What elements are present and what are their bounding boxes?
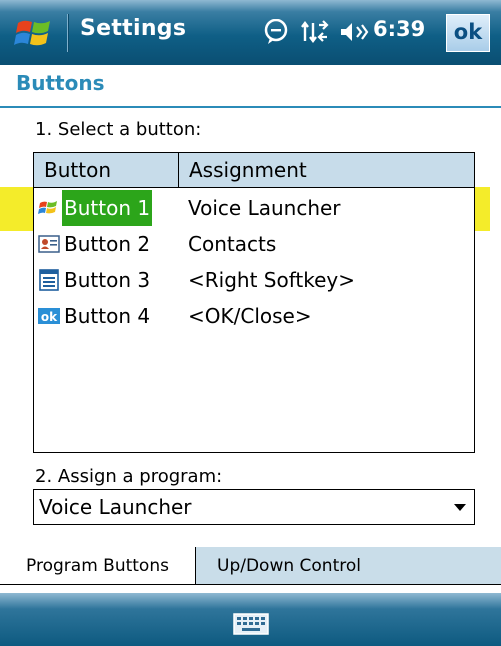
list-item-assignment: Contacts [188, 232, 277, 256]
softkey-icon [39, 269, 59, 291]
tab-strip: Program Buttons Up/Down Control [0, 547, 501, 593]
list-item-assignment: Voice Launcher [188, 196, 341, 220]
list-item-button: Button 1 [62, 190, 153, 226]
assign-program-label: 2. Assign a program: [35, 466, 223, 487]
window-title: Settings [80, 16, 187, 41]
list-item-button: Button 4 [64, 304, 151, 328]
ok-button[interactable]: ok [446, 14, 490, 52]
title-bar: Settings 6:39 ok [0, 0, 501, 65]
windows-flag-icon [38, 201, 57, 214]
ok-icon: ok [38, 308, 60, 324]
list-item-button: Button 3 [64, 268, 151, 292]
program-select-value: Voice Launcher [39, 495, 192, 519]
title-separator [67, 14, 69, 52]
heading-divider [0, 106, 501, 108]
tab-strip-filler [382, 547, 501, 585]
select-button-label: 1. Select a button: [35, 119, 202, 140]
list-item[interactable]: ok Button 4 <OK/Close> [34, 298, 474, 334]
page-heading: Buttons [16, 71, 105, 95]
tab-up-down-control[interactable]: Up/Down Control [195, 547, 383, 585]
windows-flag-icon[interactable] [14, 13, 56, 53]
list-item[interactable]: Button 2 Contacts [34, 226, 474, 262]
list-item-assignment: <Right Softkey> [188, 268, 356, 292]
contacts-card-icon [38, 235, 60, 253]
dropdown-arrow-icon[interactable] [454, 504, 466, 511]
keyboard-icon[interactable] [233, 613, 269, 635]
list-item[interactable]: Button 3 <Right Softkey> [34, 262, 474, 298]
program-select[interactable]: Voice Launcher [33, 489, 475, 525]
list-item-button: Button 2 [64, 232, 151, 256]
svg-text:ok: ok [41, 310, 58, 324]
column-header-button[interactable]: Button [34, 153, 179, 187]
list-header: Button Assignment [34, 153, 474, 188]
button-list[interactable]: Button Assignment Button 1 Voice Launche… [33, 152, 475, 453]
connectivity-icon[interactable] [301, 19, 329, 45]
notification-icon[interactable] [263, 19, 289, 45]
clock-time[interactable]: 6:39 [373, 17, 425, 41]
tab-program-buttons[interactable]: Program Buttons [0, 547, 196, 585]
column-header-assignment[interactable]: Assignment [189, 153, 307, 187]
bottom-bar [0, 593, 501, 646]
list-item[interactable]: Button 1 Voice Launcher [34, 190, 474, 226]
volume-icon[interactable] [339, 19, 369, 45]
list-item-assignment: <OK/Close> [188, 304, 312, 328]
